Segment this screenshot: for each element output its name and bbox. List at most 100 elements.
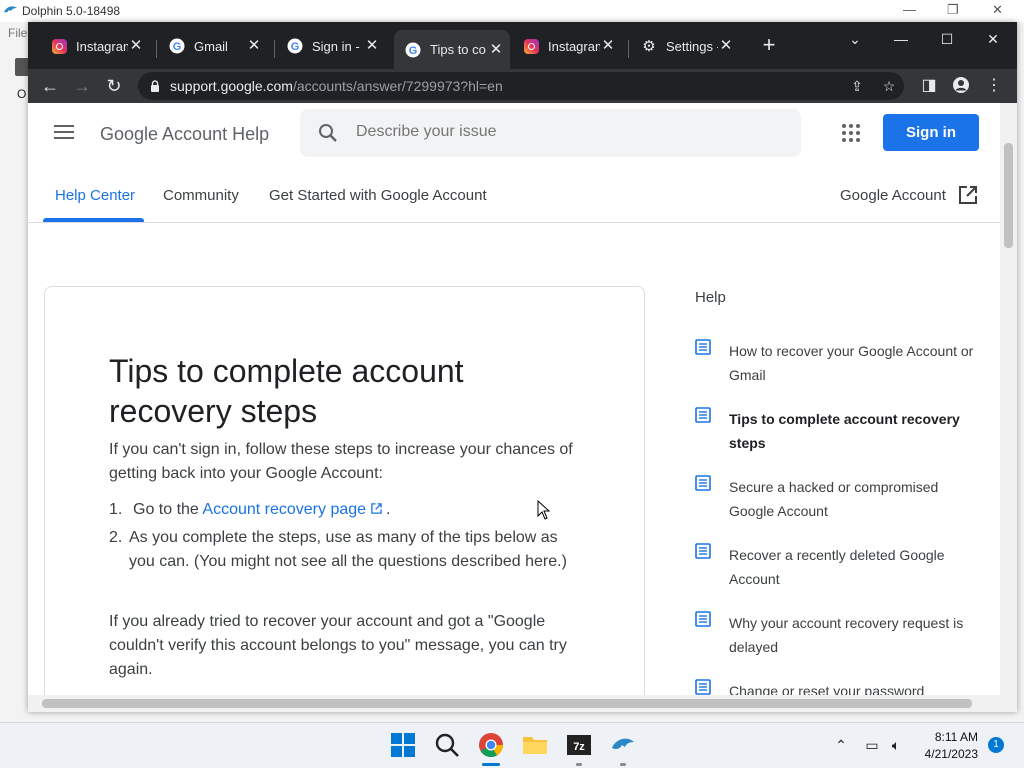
nav-tabs: Help Center Community Get Started with G… (28, 183, 1000, 223)
dolphin-maximize-button[interactable]: ❐ (947, 2, 959, 18)
tab-label: Settings - (666, 38, 718, 54)
search-icon[interactable] (434, 732, 460, 758)
tab-tips-active[interactable]: G Tips to co ✕ (394, 30, 510, 69)
network-icon[interactable]: ▭ (863, 736, 881, 754)
url-text: support.google.com/accounts/answer/72999… (170, 78, 503, 94)
tab-sign-in[interactable]: G Sign in - G ✕ (276, 31, 386, 61)
windows-start-icon[interactable] (390, 732, 416, 758)
document-icon (695, 475, 711, 491)
site-title[interactable]: Google Account Help (100, 124, 269, 145)
clock-time[interactable]: 8:11 AM (928, 730, 978, 744)
share-icon[interactable]: ⇪ (848, 77, 866, 95)
svg-text:G: G (173, 41, 182, 53)
help-link-label: How to recover your Google Account or Gm… (729, 343, 974, 383)
dolphin-emulator-icon[interactable] (610, 732, 636, 758)
close-icon[interactable]: ✕ (128, 38, 144, 54)
clock-date[interactable]: 4/21/2023 (916, 747, 978, 761)
tab-search-chevron-icon[interactable]: ⌄ (840, 28, 870, 50)
profile-avatar-icon[interactable] (951, 76, 971, 96)
external-link-icon (370, 503, 382, 514)
scrollbar-thumb[interactable] (42, 699, 972, 708)
dolphin-menu-file[interactable]: File (8, 26, 27, 40)
close-icon[interactable]: ✕ (246, 38, 262, 54)
close-icon[interactable]: ✕ (364, 38, 380, 54)
tab-label: Tips to co (430, 42, 486, 57)
minimize-button[interactable]: — (886, 28, 916, 50)
dolphin-titlebar: Dolphin 5.0-18498 — ❐ ✕ (0, 0, 1024, 22)
close-icon[interactable]: ✕ (718, 38, 734, 54)
article-paragraph: If you already tried to recover your acc… (109, 613, 567, 678)
google-icon: G (169, 38, 185, 54)
tab-label: Instagram (548, 38, 600, 54)
search-icon (319, 124, 337, 142)
help-link-label: Secure a hacked or compromised Google Ac… (729, 479, 939, 519)
google-account-link[interactable]: Google Account (840, 187, 946, 204)
instagram-icon (51, 38, 67, 54)
google-apps-grid-icon[interactable] (842, 124, 860, 142)
notification-badge[interactable]: 1 (988, 737, 1004, 753)
mouse-cursor-icon (537, 500, 551, 520)
chrome-icon[interactable] (478, 732, 504, 758)
7zip-icon[interactable]: 7z (566, 732, 592, 758)
browser-toolbar: ← → ↻ support.google.com/accounts/answer… (28, 69, 1017, 103)
step-text: Go to the (133, 501, 203, 518)
tab-separator (628, 40, 629, 58)
volume-icon[interactable]: 🔈︎ (887, 736, 905, 754)
active-tab-indicator (43, 218, 144, 222)
horizontal-scrollbar[interactable] (28, 695, 1000, 712)
taskbar: 7z ⌃ ▭ 🔈︎ 8:11 AM 4/21/2023 1 (0, 722, 1024, 768)
close-icon[interactable]: ✕ (488, 41, 504, 58)
kebab-menu-icon[interactable]: ⋮ (984, 76, 1004, 96)
vertical-scrollbar[interactable] (1000, 103, 1017, 712)
article-intro: If you can't sign in, follow these steps… (109, 441, 573, 482)
hamburger-menu-icon[interactable] (54, 125, 74, 139)
lock-icon (151, 80, 159, 92)
dolphin-minimize-button[interactable]: — (903, 2, 916, 17)
tab-settings[interactable]: ⚙ Settings - ✕ (630, 31, 740, 61)
document-icon (695, 543, 711, 559)
document-icon (695, 611, 711, 627)
tab-get-started[interactable]: Get Started with Google Account (269, 187, 487, 204)
forward-arrow-icon[interactable]: → (70, 74, 94, 98)
close-window-button[interactable]: ✕ (978, 28, 1008, 50)
dolphin-toolbar-button[interactable] (15, 58, 29, 76)
tab-label: Instagram (76, 38, 128, 54)
side-panel-icon[interactable]: ◨ (919, 76, 939, 96)
article-title: Tips to complete account recovery steps (109, 353, 464, 429)
scrollbar-thumb[interactable] (1004, 143, 1013, 248)
tab-help-center[interactable]: Help Center (55, 187, 135, 204)
dolphin-close-button[interactable]: ✕ (992, 2, 1003, 18)
tab-strip: Instagram ✕ G Gmail ✕ G Sign in - G ✕ (28, 22, 1017, 69)
chevron-up-icon[interactable]: ⌃ (832, 736, 850, 754)
tab-community[interactable]: Community (163, 187, 239, 204)
back-arrow-icon[interactable]: ← (38, 74, 62, 98)
search-bar[interactable] (300, 109, 801, 157)
open-in-new-icon[interactable] (958, 185, 978, 205)
document-icon (695, 679, 711, 695)
instagram-icon (523, 38, 539, 54)
chrome-window: Instagram ✕ G Gmail ✕ G Sign in - G ✕ (28, 22, 1017, 712)
account-recovery-link[interactable]: Account recovery page (202, 501, 382, 518)
tab-label: Gmail (194, 38, 228, 54)
reload-icon[interactable]: ↻ (102, 74, 126, 98)
running-app-indicator (576, 763, 582, 766)
tab-gmail[interactable]: G Gmail ✕ (158, 31, 268, 61)
tab-separator (156, 40, 157, 58)
document-icon (695, 339, 711, 355)
file-explorer-icon[interactable] (522, 732, 548, 758)
dolphin-logo-icon (4, 6, 17, 13)
running-app-indicator (620, 763, 626, 766)
sign-in-button[interactable]: Sign in (883, 114, 979, 151)
bookmark-star-icon[interactable]: ☆ (880, 77, 898, 95)
address-bar[interactable]: support.google.com/accounts/answer/72999… (138, 72, 904, 100)
tab-instagram-2[interactable]: Instagram ✕ (512, 31, 622, 61)
svg-text:7z: 7z (573, 741, 585, 753)
help-link-label: Recover a recently deleted Google Accoun… (729, 547, 945, 587)
tab-instagram-1[interactable]: Instagram ✕ (40, 31, 150, 61)
gear-icon: ⚙ (642, 38, 656, 55)
maximize-button[interactable]: ☐ (932, 28, 962, 50)
new-tab-button[interactable]: + (759, 34, 779, 56)
step-number: 1. (109, 501, 123, 518)
search-input[interactable] (356, 123, 776, 141)
close-icon[interactable]: ✕ (600, 38, 616, 54)
